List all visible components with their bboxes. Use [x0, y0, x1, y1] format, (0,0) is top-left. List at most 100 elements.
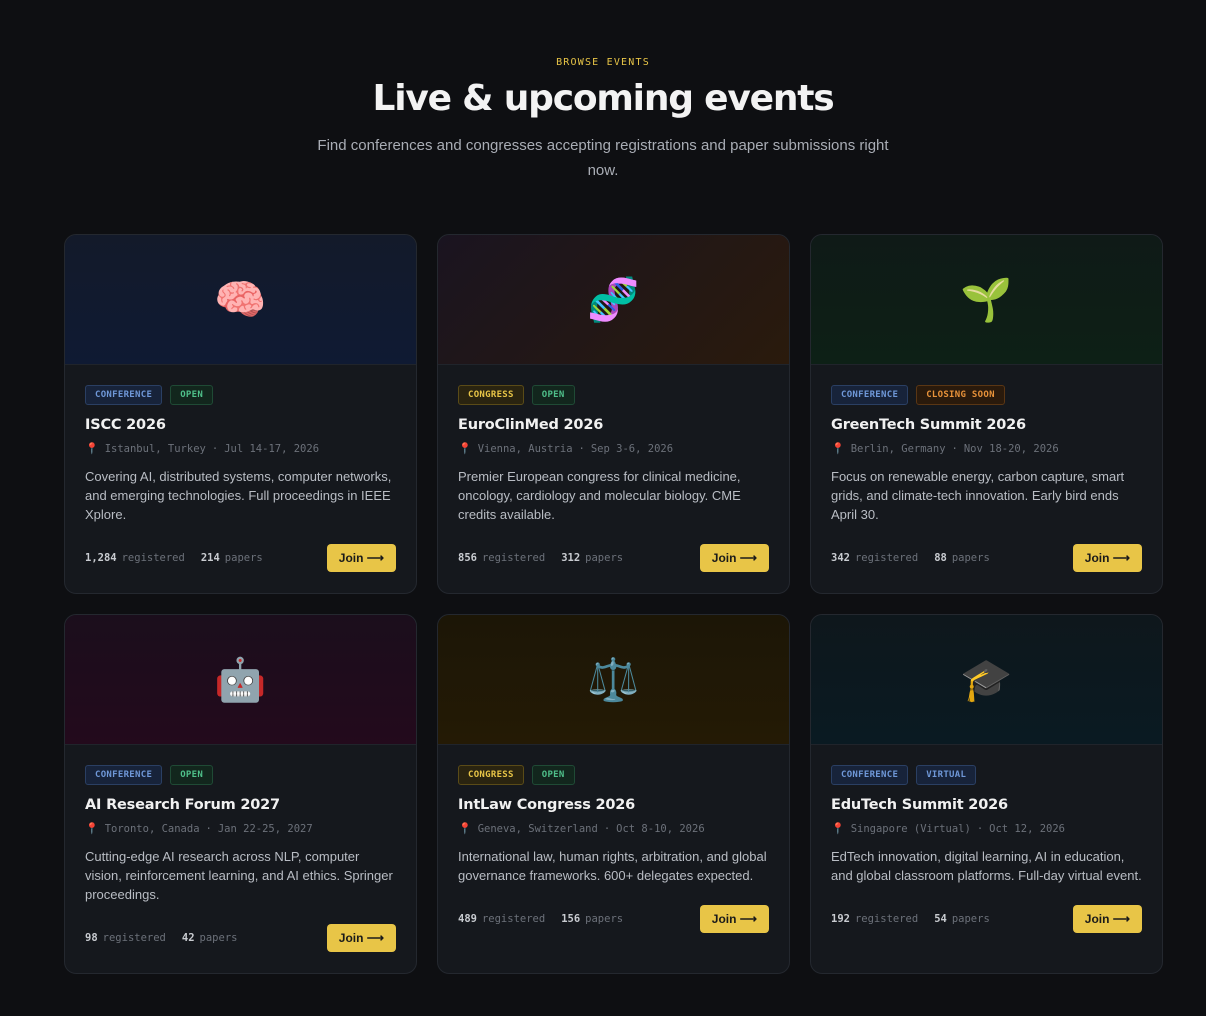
event-footer: 98 registered 42 papers Join ⟶ [85, 924, 396, 952]
event-status-badge: CLOSING SOON [916, 385, 1005, 405]
event-footer: 342 registered 88 papers Join ⟶ [831, 544, 1142, 572]
brain-icon: 🧠 [214, 274, 267, 324]
event-type-badge: CONGRESS [458, 385, 524, 405]
event-footer: 1,284 registered 214 papers Join ⟶ [85, 544, 396, 572]
event-title[interactable]: EuroClinMed 2026 [458, 417, 769, 433]
event-stats: 856 registered 312 papers [458, 552, 623, 564]
event-banner: 🧬 [438, 235, 789, 365]
registered-stat: 342 registered [831, 552, 918, 564]
event-banner: 🧠 [65, 235, 416, 365]
event-status-badge: OPEN [531, 765, 575, 785]
event-dates: Oct 12, 2026 [989, 822, 1065, 835]
meta-separator: · [205, 822, 212, 835]
event-status-badge: VIRTUAL [916, 765, 977, 785]
join-button[interactable]: Join ⟶ [326, 924, 396, 952]
event-title[interactable]: GreenTech Summit 2026 [831, 417, 1142, 433]
registered-label: registered [854, 913, 919, 925]
event-card[interactable]: 🧠 CONFERENCE OPEN ISCC 2026 📍 Istanbul, … [64, 234, 417, 594]
event-tags: CONGRESS OPEN [458, 765, 769, 785]
join-button[interactable]: Join ⟶ [1072, 905, 1142, 933]
event-description: EdTech innovation, digital learning, AI … [831, 849, 1142, 883]
event-tags: CONFERENCE CLOSING SOON [831, 385, 1142, 405]
event-dates: Jul 14-17, 2026 [224, 442, 320, 455]
event-dates: Oct 8-10, 2026 [616, 822, 705, 835]
event-location: Vienna, Austria [477, 442, 573, 455]
event-tags: CONFERENCE OPEN [85, 385, 396, 405]
event-type-badge: CONGRESS [458, 765, 524, 785]
events-grid: 🧠 CONFERENCE OPEN ISCC 2026 📍 Istanbul, … [64, 234, 1164, 974]
registered-count: 192 [831, 913, 850, 925]
meta-separator: · [603, 822, 611, 835]
event-tags: CONFERENCE VIRTUAL [831, 765, 1142, 785]
page-title: Live & upcoming events [372, 78, 834, 119]
event-card[interactable]: ⚖️ CONGRESS OPEN IntLaw Congress 2026 📍 … [437, 614, 790, 974]
event-type-badge: CONFERENCE [831, 385, 909, 405]
event-card[interactable]: 🌱 CONFERENCE CLOSING SOON GreenTech Summ… [810, 234, 1163, 594]
join-button[interactable]: Join ⟶ [1072, 544, 1142, 572]
event-location: Geneva, Switzerland [477, 822, 598, 835]
registered-stat: 98 registered [85, 932, 166, 944]
event-banner: 🎓 [811, 615, 1162, 745]
robot-icon: 🤖 [214, 654, 267, 704]
registered-stat: 489 registered [458, 913, 545, 925]
location-pin-icon: 📍 [831, 442, 845, 455]
registered-label: registered [102, 932, 166, 944]
seedling-icon: 🌱 [960, 274, 1013, 324]
eyebrow-label: BROWSE EVENTS [556, 57, 650, 68]
event-title[interactable]: IntLaw Congress 2026 [458, 797, 769, 813]
papers-stat: 312 papers [561, 552, 623, 564]
event-stats: 1,284 registered 214 papers [85, 552, 263, 564]
event-tags: CONGRESS OPEN [458, 385, 769, 405]
dna-icon: 🧬 [587, 274, 640, 324]
location-pin-icon: 📍 [831, 822, 845, 835]
event-body: CONFERENCE OPEN AI Research Forum 2027 📍… [65, 745, 416, 973]
registered-label: registered [481, 913, 546, 925]
event-body: CONFERENCE VIRTUAL EduTech Summit 2026 📍… [811, 745, 1162, 973]
location-pin-icon: 📍 [85, 442, 99, 455]
event-dates: Nov 18-20, 2026 [963, 442, 1059, 455]
event-type-badge: CONFERENCE [85, 765, 163, 785]
event-card[interactable]: 🧬 CONGRESS OPEN EuroClinMed 2026 📍 Vienn… [437, 234, 790, 594]
meta-separator: · [211, 442, 219, 455]
event-meta: 📍 Istanbul, Turkey · Jul 14-17, 2026 [85, 442, 396, 455]
event-meta: 📍 Vienna, Austria · Sep 3-6, 2026 [458, 442, 769, 455]
registered-count: 489 [458, 913, 477, 925]
papers-label: papers [224, 552, 263, 564]
papers-count: 88 [934, 552, 947, 564]
join-button[interactable]: Join ⟶ [326, 544, 396, 572]
event-description: Cutting-edge AI research across NLP, com… [85, 849, 393, 902]
event-title[interactable]: AI Research Forum 2027 [85, 797, 396, 813]
event-dates: Jan 22-25, 2027 [217, 822, 313, 835]
event-body: CONGRESS OPEN IntLaw Congress 2026 📍 Gen… [438, 745, 789, 973]
join-button[interactable]: Join ⟶ [699, 544, 769, 572]
event-location: Istanbul, Turkey [104, 442, 206, 455]
event-meta: 📍 Singapore (Virtual) · Oct 12, 2026 [831, 822, 1142, 835]
event-title[interactable]: ISCC 2026 [85, 417, 396, 433]
event-card[interactable]: 🎓 CONFERENCE VIRTUAL EduTech Summit 2026… [810, 614, 1163, 974]
event-body: CONGRESS OPEN EuroClinMed 2026 📍 Vienna,… [438, 365, 789, 593]
papers-label: papers [585, 913, 624, 925]
event-location: Berlin, Germany [850, 442, 946, 455]
registered-label: registered [121, 552, 185, 564]
event-tags: CONFERENCE OPEN [85, 765, 396, 785]
event-location: Singapore (Virtual) [850, 822, 971, 835]
event-footer: 856 registered 312 papers Join ⟶ [458, 544, 769, 572]
event-description: International law, human rights, arbitra… [458, 849, 767, 883]
location-pin-icon: 📍 [458, 442, 472, 455]
registered-label: registered [481, 552, 546, 564]
event-banner: 🌱 [811, 235, 1162, 365]
event-stats: 489 registered 156 papers [458, 913, 623, 925]
papers-stat: 88 papers [934, 552, 990, 564]
event-status-badge: OPEN [531, 385, 575, 405]
event-meta: 📍 Toronto, Canada · Jan 22-25, 2027 [85, 822, 396, 835]
papers-stat: 214 papers [201, 552, 263, 564]
papers-count: 312 [561, 552, 581, 564]
event-card[interactable]: 🤖 CONFERENCE OPEN AI Research Forum 2027… [64, 614, 417, 974]
meta-separator: · [951, 442, 958, 455]
event-title[interactable]: EduTech Summit 2026 [831, 797, 1142, 813]
event-description: Premier European congress for clinical m… [458, 469, 741, 522]
event-type-badge: CONFERENCE [85, 385, 163, 405]
event-description: Covering AI, distributed systems, comput… [85, 469, 392, 522]
join-button[interactable]: Join ⟶ [699, 905, 769, 933]
event-banner: 🤖 [65, 615, 416, 745]
